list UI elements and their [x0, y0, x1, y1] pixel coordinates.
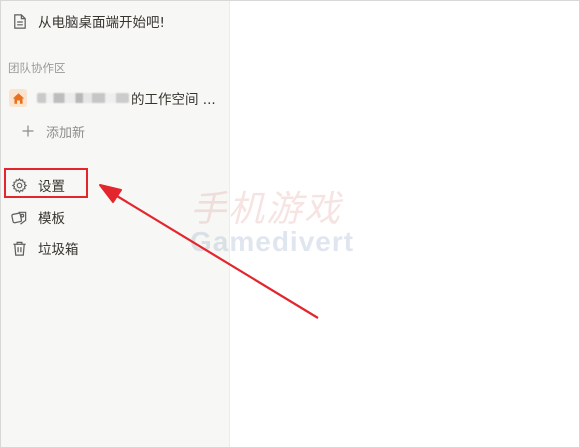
redacted-username — [37, 93, 129, 103]
main-content-area — [231, 1, 579, 447]
settings-highlight-box — [4, 168, 88, 198]
trash-icon — [10, 239, 28, 257]
sidebar-item-welcome-page[interactable]: 从电脑桌面端开始吧! — [1, 8, 230, 34]
sidebar-item-label: 模板 — [38, 211, 65, 227]
sidebar-item-templates[interactable]: 模板 — [1, 204, 230, 230]
document-icon — [10, 12, 28, 30]
template-icon — [10, 208, 28, 226]
sidebar-item-trash[interactable]: 垃圾箱 — [1, 235, 230, 261]
sidebar-item-label: 垃圾箱 — [38, 242, 79, 258]
team-section-label: 团队协作区 — [8, 61, 66, 75]
sidebar: 从电脑桌面端开始吧! 团队协作区 的工作空间 ... 添加新 设置 模板 垃圾箱 — [1, 1, 230, 447]
plus-icon — [19, 122, 37, 140]
sidebar-item-workspace[interactable]: 的工作空间 ... — [1, 85, 230, 111]
add-new-label: 添加新 — [46, 125, 86, 141]
workspace-label: 的工作空间 ... — [131, 92, 216, 108]
home-icon — [9, 89, 27, 107]
add-new-button[interactable]: 添加新 — [1, 118, 230, 144]
sidebar-item-label: 从电脑桌面端开始吧! — [38, 15, 165, 31]
